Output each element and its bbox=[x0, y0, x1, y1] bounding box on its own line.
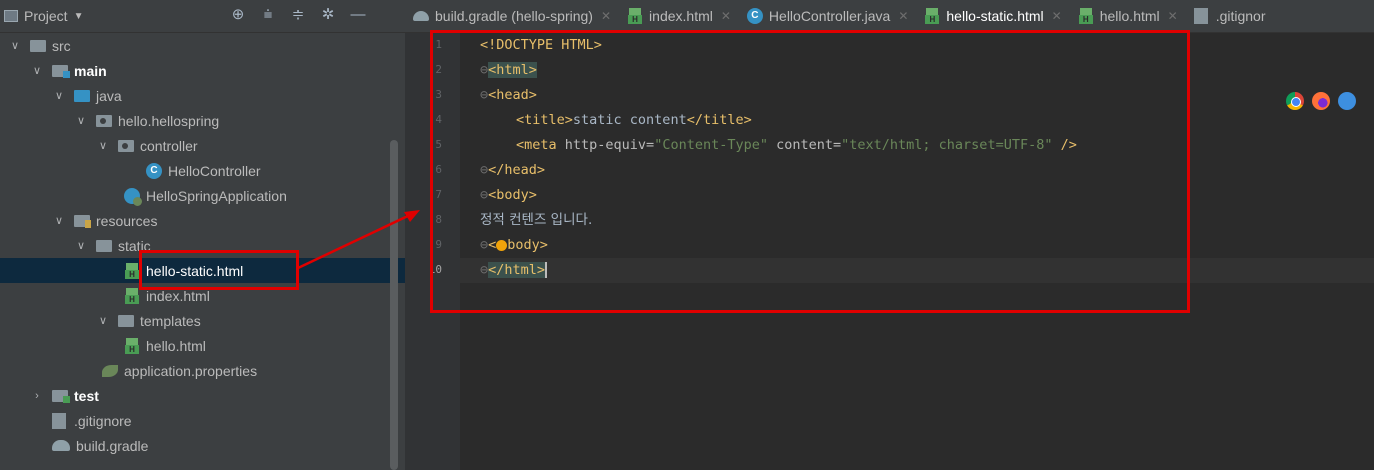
chevron-down-icon[interactable]: ∨ bbox=[96, 314, 110, 327]
project-panel-header: Project ▼ ⊕ ⩧ ≑ ✲ — bbox=[0, 0, 405, 33]
tree-item-label: resources bbox=[96, 212, 158, 229]
tree-item-label: main bbox=[74, 62, 107, 79]
html-file-icon bbox=[627, 8, 643, 24]
tab-index-html[interactable]: index.html ✕ bbox=[619, 0, 739, 32]
tree-item-label: hello.hellospring bbox=[118, 112, 220, 129]
tree-item-src[interactable]: ∨ src bbox=[0, 33, 405, 58]
chevron-down-icon[interactable]: ∨ bbox=[30, 64, 44, 77]
tree-item-test[interactable]: › test bbox=[0, 383, 405, 408]
tree-item-application-properties[interactable]: application.properties bbox=[0, 358, 405, 383]
html-file-icon bbox=[124, 337, 140, 354]
test-folder-icon bbox=[52, 389, 70, 403]
tree-item-label: application.properties bbox=[124, 362, 258, 379]
close-icon[interactable]: ✕ bbox=[601, 9, 611, 23]
tab-label: hello-static.html bbox=[946, 8, 1044, 24]
tree-item-templates[interactable]: ∨ templates bbox=[0, 308, 405, 333]
safari-icon[interactable] bbox=[1338, 92, 1356, 110]
chevron-down-icon[interactable]: ∨ bbox=[52, 89, 66, 102]
project-panel: Project ▼ ⊕ ⩧ ≑ ✲ — ∨ src ∨ main ∨ java … bbox=[0, 0, 405, 470]
chevron-down-icon[interactable]: ∨ bbox=[74, 114, 88, 127]
project-view-selector[interactable]: Project ▼ bbox=[4, 8, 83, 24]
tab-label: hello.html bbox=[1099, 8, 1160, 24]
tree-item-label: HelloController bbox=[168, 162, 261, 179]
source-root-folder-icon bbox=[52, 64, 70, 78]
tree-item-gitignore[interactable]: .gitignore bbox=[0, 408, 405, 433]
close-icon[interactable]: ✕ bbox=[721, 9, 731, 23]
html-file-icon bbox=[124, 262, 140, 279]
tree-item-label: build.gradle bbox=[76, 437, 149, 454]
tree-item-build-gradle[interactable]: build.gradle bbox=[0, 433, 405, 458]
package-icon bbox=[118, 139, 134, 152]
project-tree: ∨ src ∨ main ∨ java ∨ hello.hellospring … bbox=[0, 33, 405, 458]
close-icon[interactable]: ✕ bbox=[1168, 9, 1178, 23]
spring-app-icon bbox=[124, 187, 142, 206]
project-window-icon bbox=[4, 10, 18, 22]
project-scrollbar[interactable] bbox=[390, 140, 398, 470]
hide-panel-icon[interactable]: — bbox=[348, 6, 368, 23]
class-icon: C bbox=[746, 8, 763, 24]
html-file-icon bbox=[924, 8, 940, 24]
html-file-icon bbox=[124, 287, 140, 304]
chevron-down-icon[interactable]: ∨ bbox=[96, 139, 110, 152]
tree-item-hello-hellospring[interactable]: ∨ hello.hellospring bbox=[0, 108, 405, 133]
tree-item-label: .gitignore bbox=[74, 412, 132, 429]
package-icon bbox=[96, 114, 112, 127]
tab-label: .gitignor bbox=[1215, 8, 1266, 24]
tree-item-controller[interactable]: ∨ controller bbox=[0, 133, 405, 158]
tab-label: index.html bbox=[649, 8, 713, 24]
chevron-right-icon[interactable]: › bbox=[30, 390, 44, 402]
tree-item-label: hello.html bbox=[146, 337, 206, 354]
folder-icon bbox=[30, 39, 46, 52]
chevron-down-icon[interactable]: ∨ bbox=[52, 214, 66, 227]
tab-hellocontroller-java[interactable]: C HelloController.java ✕ bbox=[739, 0, 916, 32]
tab-gitignore[interactable]: .gitignor bbox=[1186, 0, 1274, 32]
editor-tab-bar: build.gradle (hello-spring) ✕ index.html… bbox=[405, 0, 1374, 33]
gradle-icon bbox=[52, 440, 70, 451]
gradle-icon bbox=[413, 11, 429, 21]
html-file-icon bbox=[1078, 8, 1094, 24]
gitignore-file-icon bbox=[52, 412, 66, 429]
tree-item-java[interactable]: ∨ java bbox=[0, 83, 405, 108]
firefox-icon[interactable] bbox=[1312, 92, 1330, 110]
tree-item-label: templates bbox=[140, 312, 201, 329]
tree-item-label: HelloSpringApplication bbox=[146, 187, 287, 204]
close-icon[interactable]: ✕ bbox=[1052, 9, 1062, 23]
close-icon[interactable]: ✕ bbox=[898, 9, 908, 23]
tab-hello-html[interactable]: hello.html ✕ bbox=[1070, 0, 1186, 32]
resources-folder-icon bbox=[74, 214, 91, 228]
select-opened-file-icon[interactable]: ⊕ bbox=[228, 5, 248, 23]
gitignore-file-icon bbox=[1193, 8, 1208, 24]
gear-icon[interactable]: ✲ bbox=[318, 5, 338, 23]
folder-icon bbox=[118, 314, 134, 327]
chevron-down-icon: ▼ bbox=[73, 10, 84, 22]
folder-icon bbox=[96, 239, 112, 252]
tree-item-hellospringapplication[interactable]: HelloSpringApplication bbox=[0, 183, 405, 208]
java-folder-icon bbox=[74, 89, 90, 102]
browser-preview-icons bbox=[1286, 92, 1356, 110]
tree-item-main[interactable]: ∨ main bbox=[0, 58, 405, 83]
properties-file-icon bbox=[102, 364, 118, 377]
tab-label: build.gradle (hello-spring) bbox=[435, 8, 593, 24]
tree-item-hello-html[interactable]: hello.html bbox=[0, 333, 405, 358]
tree-item-label: test bbox=[74, 387, 99, 404]
tree-item-hellocontroller[interactable]: C HelloController bbox=[0, 158, 405, 183]
tab-label: HelloController.java bbox=[768, 8, 891, 24]
expand-all-icon[interactable]: ⩧ bbox=[258, 6, 278, 23]
chevron-down-icon[interactable]: ∨ bbox=[8, 39, 22, 52]
tree-item-label: controller bbox=[140, 137, 198, 154]
tab-hello-static-html[interactable]: hello-static.html ✕ bbox=[916, 0, 1071, 32]
tree-item-label: java bbox=[96, 87, 122, 104]
annotation-box-code bbox=[430, 30, 1190, 313]
project-panel-title: Project bbox=[24, 8, 68, 24]
collapse-all-icon[interactable]: ≑ bbox=[288, 5, 308, 23]
class-icon: C bbox=[146, 162, 162, 179]
tree-item-resources[interactable]: ∨ resources bbox=[0, 208, 405, 233]
annotation-box-file bbox=[139, 250, 299, 290]
chrome-icon[interactable] bbox=[1286, 92, 1304, 110]
tab-build-gradle[interactable]: build.gradle (hello-spring) ✕ bbox=[405, 0, 619, 32]
tree-item-label: src bbox=[52, 37, 71, 54]
panel-toolbar: ⊕ ⩧ ≑ ✲ — bbox=[228, 5, 368, 24]
chevron-down-icon[interactable]: ∨ bbox=[74, 239, 88, 252]
